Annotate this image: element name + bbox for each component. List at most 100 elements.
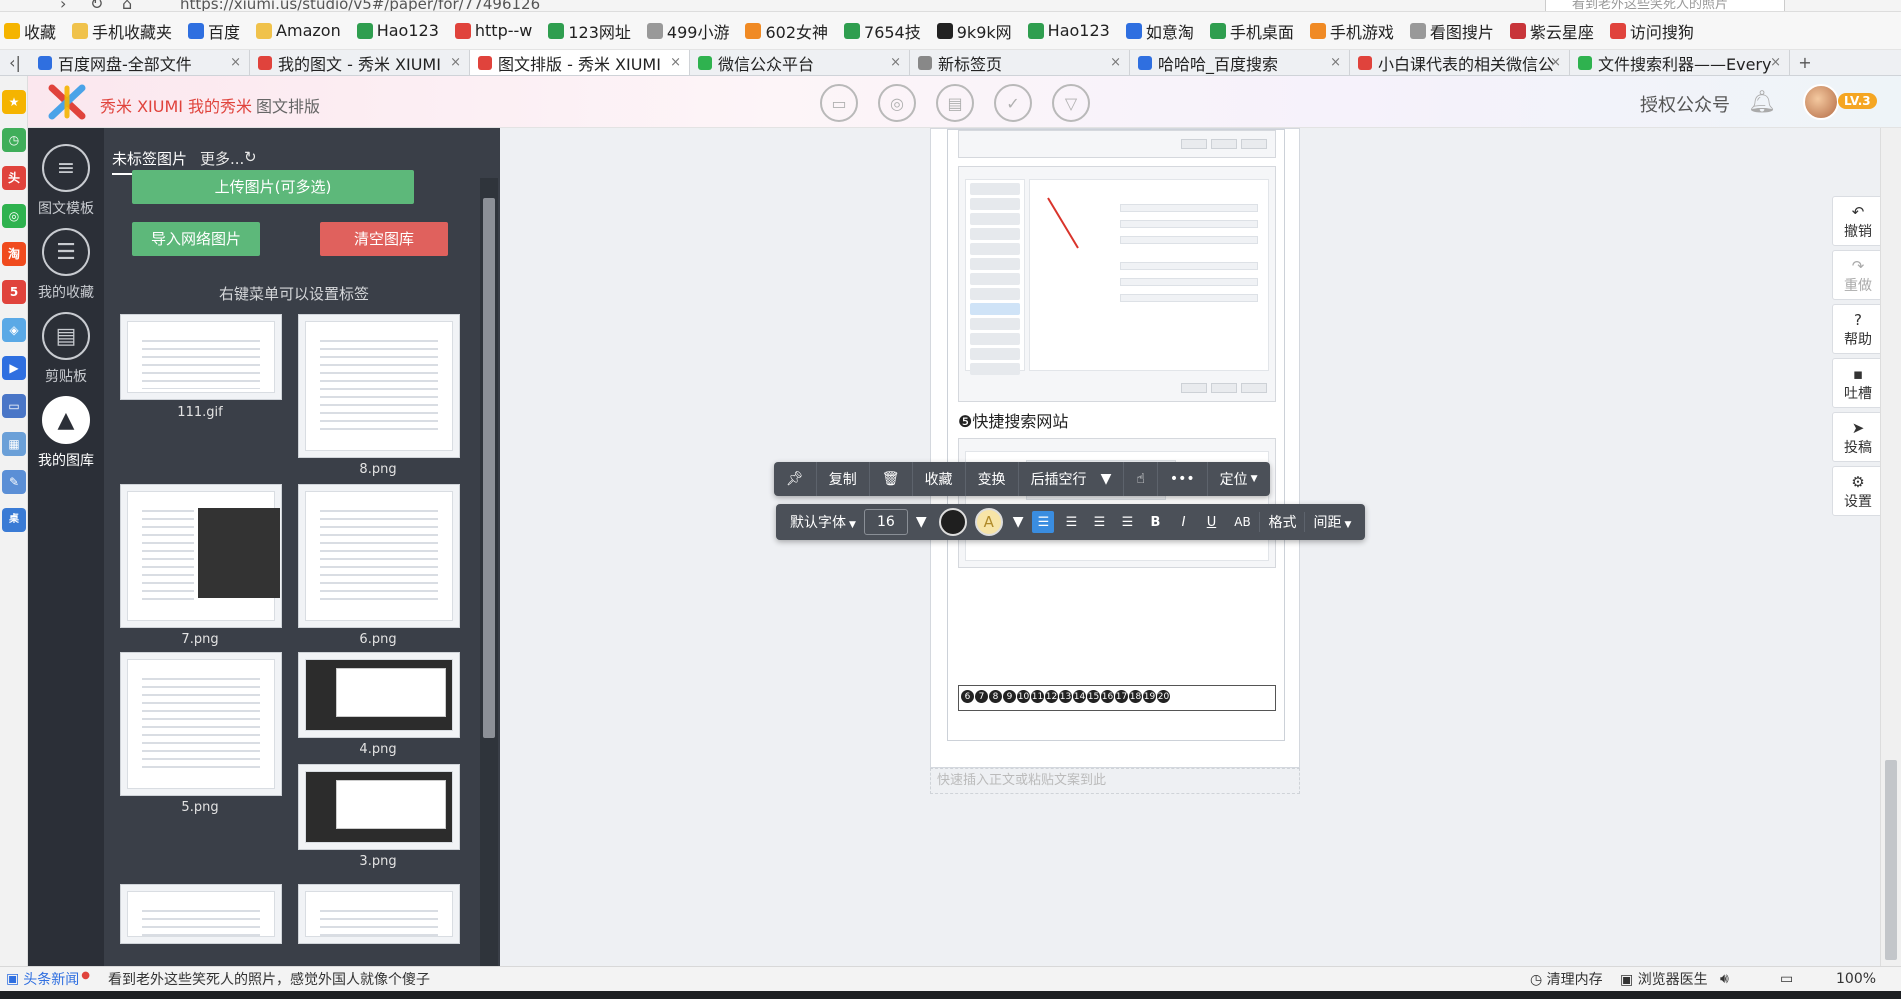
redo-button[interactable]: ↷ 重做	[1832, 250, 1884, 300]
underline-button[interactable]: U	[1200, 511, 1222, 533]
close-icon[interactable]: ×	[230, 55, 241, 70]
taobao-icon[interactable]: 淘	[2, 242, 26, 266]
image-thumbnail[interactable]	[120, 884, 282, 944]
sidebar-item-clipboard[interactable]: ▤ 剪贴板	[28, 312, 104, 386]
sidebar-item-gallery[interactable]: ▲ 我的图库	[28, 396, 104, 470]
preview-icon[interactable]: ◎	[878, 84, 916, 122]
authorize-account-button[interactable]: 授权公众号	[1640, 91, 1730, 117]
spacing-button[interactable]: 间距 ▼	[1304, 512, 1359, 532]
close-icon[interactable]: ×	[1550, 55, 1561, 70]
font-size-input[interactable]: 16	[863, 509, 908, 535]
undo-button[interactable]: ↶ 撤销	[1832, 196, 1884, 246]
zoom-level[interactable]: 100%	[1836, 971, 1876, 987]
image-thumbnail[interactable]	[120, 314, 282, 400]
close-icon[interactable]: ×	[450, 55, 461, 70]
discount-icon[interactable]: 5	[2, 280, 26, 304]
bookmark-item[interactable]: 紫云星座	[1509, 19, 1594, 43]
browser-tab[interactable]: 哈哈哈_百度搜索 ×	[1130, 50, 1350, 75]
browser-tab[interactable]: 文件搜索利器——Every ×	[1570, 50, 1790, 75]
search-box[interactable]: 看到老外这些笑死人的照片	[1545, 0, 1785, 11]
folder-icon[interactable]: ▭	[820, 84, 858, 122]
tab-scroll-left-icon[interactable]: ‹|	[0, 50, 30, 75]
news-icon[interactable]: ▣	[6, 971, 19, 987]
collect-button[interactable]: 收藏	[913, 462, 966, 496]
library-scrollbar[interactable]	[480, 178, 498, 966]
bookmark-item[interactable]: 9k9k网	[936, 19, 1012, 43]
bookmark-item[interactable]: 手机桌面	[1209, 19, 1294, 43]
number-sequence[interactable]: 6 7 8 9 10 11 12 13 14 15 16 17 18 19 20	[958, 685, 1276, 711]
bookmark-item[interactable]: Hao123	[356, 21, 439, 40]
home-icon[interactable]: ⌂	[122, 0, 132, 11]
browser-doctor-button[interactable]: ▣ 浏览器医生	[1620, 969, 1708, 989]
history-icon[interactable]: ◷	[2, 128, 26, 152]
tab-more[interactable]: 更多...	[200, 148, 244, 169]
close-icon[interactable]: ×	[1110, 55, 1121, 70]
settings-button[interactable]: ⚙ 设置	[1832, 466, 1884, 516]
upload-images-button[interactable]: 上传图片(可多选)	[132, 170, 414, 204]
locate-button[interactable]: 定位 ▼	[1208, 462, 1270, 496]
bookmark-item[interactable]: 123网址	[548, 19, 631, 43]
text-color-picker[interactable]	[938, 508, 967, 536]
import-web-images-button[interactable]: 导入网络图片	[132, 222, 260, 256]
publish-icon[interactable]: ▽	[1052, 84, 1090, 122]
bookmark-item[interactable]: Amazon	[256, 21, 341, 40]
bookmark-item[interactable]: Hao123	[1027, 21, 1110, 40]
avatar[interactable]	[1803, 84, 1839, 120]
bookmark-item[interactable]: 602女神	[745, 19, 828, 43]
strikethrough-button[interactable]: AB	[1228, 511, 1256, 533]
bookmark-item[interactable]: 百度	[188, 19, 240, 43]
back-to-desktop-icon[interactable]: 桌	[2, 508, 26, 532]
toutiao-icon[interactable]: 头	[2, 166, 26, 190]
image-thumbnail[interactable]	[298, 652, 460, 738]
refresh-icon[interactable]: ↻	[90, 0, 103, 11]
image-thumbnail[interactable]	[120, 652, 282, 796]
bookmark-item[interactable]: 收藏	[4, 19, 56, 43]
browser-tab[interactable]: 我的图文 - 秀米 XIUMI ×	[250, 50, 470, 75]
close-icon[interactable]: ×	[1770, 55, 1781, 70]
align-justify-icon[interactable]: ☰	[1116, 511, 1138, 533]
align-right-icon[interactable]: ☰	[1088, 511, 1110, 533]
bookmark-item[interactable]: 7654技	[844, 19, 921, 43]
brand-name[interactable]: 秀米 XIUMI	[100, 93, 183, 117]
forward-icon[interactable]: ›	[60, 0, 66, 11]
align-center-icon[interactable]: ☰	[1060, 511, 1082, 533]
browser-tab[interactable]: 图文排版 - 秀米 XIUMI ×	[470, 50, 690, 75]
xiumi-logo-icon[interactable]	[48, 84, 86, 120]
sidebar-item-favorites[interactable]: ☰ 我的收藏	[28, 228, 104, 302]
favorites-icon[interactable]: ★	[2, 90, 26, 114]
page-scrollbar[interactable]	[1880, 128, 1901, 966]
more-button[interactable]: •••	[1158, 462, 1208, 496]
close-icon[interactable]: ×	[890, 55, 901, 70]
insert-blank-after-button[interactable]: 后插空行 ▼	[1019, 462, 1125, 496]
pointer-icon[interactable]: ☝	[1124, 462, 1158, 496]
article-content[interactable]: ❺快捷搜索网站 6 7 8 9 10 11 12 13 14 15 16 17 18 19 20	[947, 129, 1285, 741]
bookmark-item[interactable]: http--w	[454, 21, 532, 40]
align-left-icon[interactable]: ☰	[1032, 511, 1055, 533]
news-source[interactable]: 头条新闻	[23, 969, 79, 989]
section-title[interactable]: ❺快捷搜索网站	[958, 408, 1068, 432]
format-button[interactable]: 格式	[1259, 512, 1304, 532]
transform-button[interactable]: 变换	[966, 462, 1019, 496]
image-thumbnail[interactable]	[120, 484, 282, 628]
italic-button[interactable]: I	[1172, 511, 1194, 533]
bookmark-item[interactable]: 手机收藏夹	[72, 19, 172, 43]
image-thumbnail[interactable]	[298, 884, 460, 944]
copy-button[interactable]: 复制	[817, 462, 870, 496]
font-size-dropdown-icon[interactable]: ▼	[908, 514, 935, 530]
close-icon[interactable]: ×	[670, 55, 681, 70]
color-dropdown-icon[interactable]: ▼	[1007, 514, 1030, 530]
embedded-screenshot[interactable]	[958, 438, 1276, 568]
nav-layout[interactable]: 图文排版	[256, 93, 320, 117]
bookmark-item[interactable]: 访问搜狗	[1609, 19, 1694, 43]
video-icon[interactable]: ▶	[2, 356, 26, 380]
url-field[interactable]: https://xiumi.us/studio/v5#/paper/for/77…	[180, 0, 540, 11]
embedded-screenshot[interactable]	[958, 130, 1276, 158]
trash-icon[interactable]: 🗑︎	[870, 462, 913, 496]
pin-icon[interactable]: 📌︎	[774, 462, 817, 496]
sidebar-item-templates[interactable]: ≡ 图文模板	[28, 144, 104, 218]
feedback-button[interactable]: ▪ 吐槽	[1832, 358, 1884, 408]
news-headline[interactable]: 看到老外这些笑死人的照片，感觉外国人就像个傻子	[108, 969, 430, 989]
document-icon[interactable]: ▤	[936, 84, 974, 122]
bell-icon[interactable]: 🔔︎	[1748, 90, 1776, 115]
refresh-icon[interactable]: ↻	[244, 148, 257, 166]
